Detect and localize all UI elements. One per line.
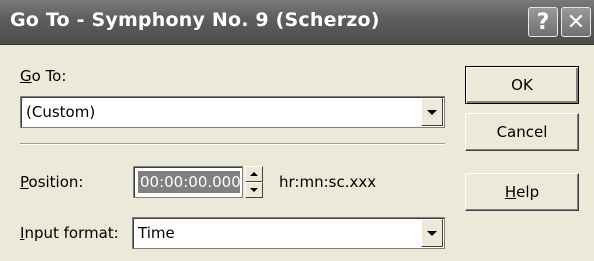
input-format-value: Time: [138, 224, 175, 242]
ok-button[interactable]: OK: [465, 66, 579, 104]
position-format-hint: hr:mn:sc.xxx: [279, 173, 377, 191]
chevron-down-icon: [427, 230, 437, 236]
close-icon[interactable]: ✕: [561, 7, 591, 37]
help-button[interactable]: Help: [465, 173, 579, 211]
position-input[interactable]: 00:00:00.000: [133, 166, 243, 198]
window-title: Go To - Symphony No. 9 (Scherzo): [10, 9, 380, 31]
goto-dropdown-button[interactable]: [421, 98, 443, 126]
go-to-dialog: Go To - Symphony No. 9 (Scherzo) ? ✕ Go …: [0, 0, 594, 261]
separator: [20, 143, 445, 145]
spin-up-button[interactable]: [245, 166, 263, 182]
spin-down-button[interactable]: [245, 182, 263, 198]
title-bar[interactable]: Go To - Symphony No. 9 (Scherzo) ? ✕: [0, 0, 594, 45]
goto-select-value: (Custom): [26, 103, 96, 121]
position-value: 00:00:00.000: [138, 171, 240, 193]
cancel-button[interactable]: Cancel: [465, 113, 579, 151]
goto-select[interactable]: (Custom): [20, 96, 445, 128]
position-spinner[interactable]: [245, 166, 263, 198]
input-format-select[interactable]: Time: [132, 217, 445, 249]
goto-label: Go To:: [20, 67, 67, 85]
position-label: Position:: [20, 173, 84, 191]
input-format-dropdown-button[interactable]: [421, 219, 443, 247]
input-format-label: Input format:: [20, 224, 119, 242]
spin-up-arrow-icon: [250, 172, 258, 176]
help-question-icon[interactable]: ?: [528, 7, 558, 37]
chevron-down-icon: [427, 109, 437, 115]
spin-down-arrow-icon: [250, 188, 258, 192]
